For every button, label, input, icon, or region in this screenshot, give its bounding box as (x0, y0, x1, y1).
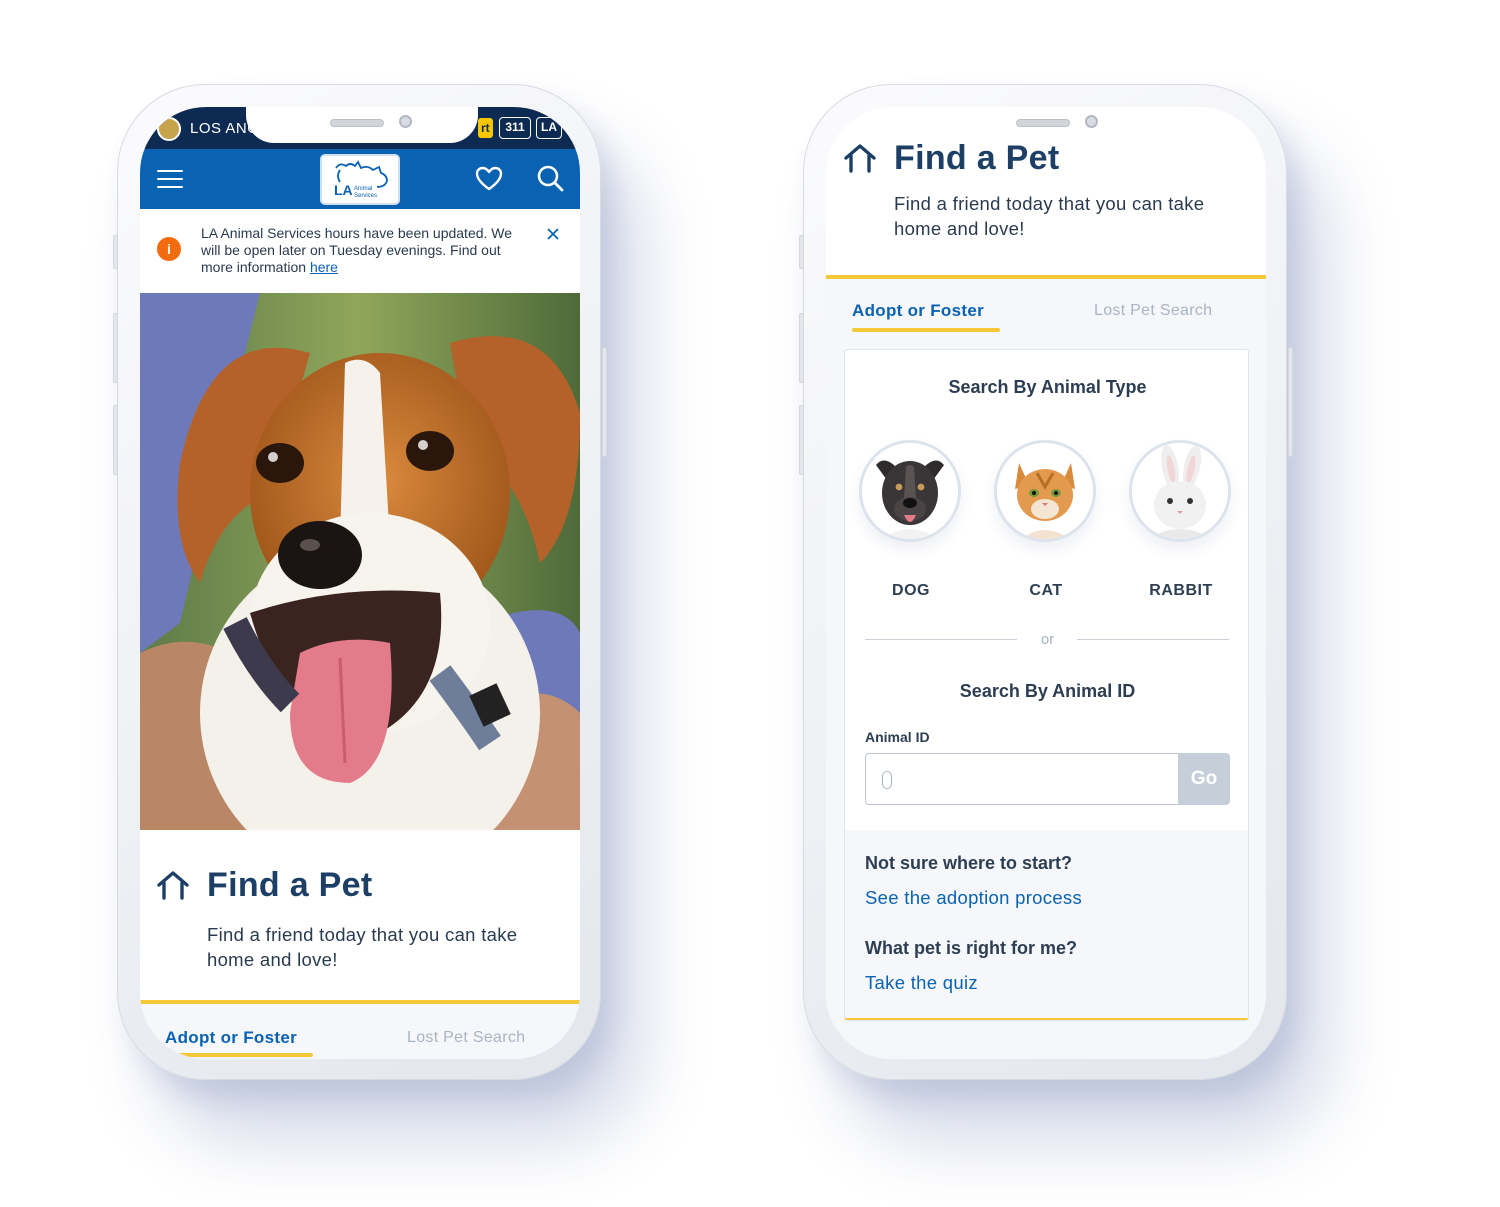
search-by-id-heading: Search By Animal ID (959, 681, 1136, 701)
page-subtitle: Find a friend today that you can take ho… (894, 193, 1205, 239)
home-icon (844, 144, 876, 173)
animal-id-label: Animal ID (865, 729, 930, 745)
animal-label: RABBIT (1149, 582, 1213, 599)
menu-icon[interactable] (157, 170, 183, 190)
close-icon[interactable] (545, 226, 561, 242)
chip-311[interactable]: 311 (499, 117, 531, 139)
hero-dog-photo (140, 293, 580, 830)
side-button (799, 235, 804, 269)
camera (1085, 115, 1098, 128)
search-card: Search By Animal Type DOG CAT RABBIT or … (844, 349, 1249, 1021)
divider (1077, 639, 1229, 640)
tab-lost-pet-search[interactable]: Lost Pet Search (407, 1029, 525, 1047)
search-icon[interactable] (535, 163, 565, 193)
side-button (799, 405, 804, 475)
help-question: What pet is right for me? (865, 938, 1078, 958)
cat-photo-icon (994, 440, 1096, 542)
side-button (602, 347, 607, 457)
home-icon (157, 871, 189, 900)
side-button (113, 313, 118, 383)
take-quiz-link[interactable]: Take the quiz (865, 972, 978, 994)
page-title: Find a Pet (207, 866, 373, 904)
side-button (113, 235, 118, 269)
search-by-type-heading: Search By Animal Type (948, 377, 1147, 397)
notice-banner: i LA Animal Services hours have been upd… (140, 209, 580, 293)
animal-option-cat[interactable]: CAT (994, 440, 1098, 600)
side-button (113, 405, 118, 475)
tab-lost-pet-search[interactable]: Lost Pet Search (1094, 302, 1212, 320)
city-seal-icon (157, 117, 181, 141)
rabbit-photo-icon (1129, 440, 1231, 542)
go-button[interactable]: Go (1178, 753, 1230, 805)
screen: LOS ANG rt 311 LA LA Animal Services i L… (140, 107, 580, 1059)
help-question: Not sure where to start? (865, 853, 1073, 873)
dog-photo-icon (859, 440, 961, 542)
phone-right: Find a Pet Find a friend today that you … (799, 84, 1293, 1080)
site-header: LA Animal Services (140, 149, 580, 209)
tab-adopt-or-foster[interactable]: Adopt or Foster (165, 1028, 297, 1048)
speaker (330, 119, 384, 127)
screen: Find a Pet Find a friend today that you … (826, 107, 1266, 1059)
page-subtitle: Find a friend today that you can take ho… (207, 924, 518, 970)
chip-la[interactable]: LA (536, 117, 562, 139)
tab-bar: Adopt or Foster Lost Pet Search (140, 1000, 580, 1059)
id-tag-icon (882, 771, 892, 789)
animal-label: DOG (892, 582, 930, 599)
adoption-process-link[interactable]: See the adoption process (865, 887, 1082, 909)
tab-active-indicator (165, 1053, 313, 1057)
speaker (1016, 119, 1070, 127)
camera (399, 115, 412, 128)
animal-option-rabbit[interactable]: RABBIT (1129, 440, 1233, 600)
notice-text: LA Animal Services hours have been updat… (201, 225, 513, 275)
heart-icon[interactable] (474, 164, 504, 194)
help-section: Not sure where to start? See the adoptio… (845, 830, 1248, 1020)
logo[interactable]: LA Animal Services (320, 154, 400, 205)
info-icon: i (157, 237, 181, 261)
notice-link[interactable]: here (310, 259, 338, 275)
logo-text: LA (334, 182, 353, 198)
animal-label: CAT (1029, 582, 1063, 599)
side-button (799, 313, 804, 383)
tab-adopt-or-foster[interactable]: Adopt or Foster (852, 301, 984, 321)
phone-left: LOS ANG rt 311 LA LA Animal Services i L… (113, 84, 607, 1080)
page-title: Find a Pet (894, 139, 1060, 177)
tab-active-indicator (852, 328, 1000, 332)
tab-panel: Adopt or Foster Lost Pet Search Search B… (826, 275, 1266, 1059)
logo-subtext: Animal Services (354, 186, 378, 199)
find-pet-section: Find a Pet Find a friend today that you … (140, 830, 580, 1000)
side-button (1288, 347, 1293, 457)
animal-id-input[interactable] (865, 753, 1179, 805)
animal-option-dog[interactable]: DOG (859, 440, 963, 600)
alert-chip[interactable]: rt (478, 118, 493, 138)
